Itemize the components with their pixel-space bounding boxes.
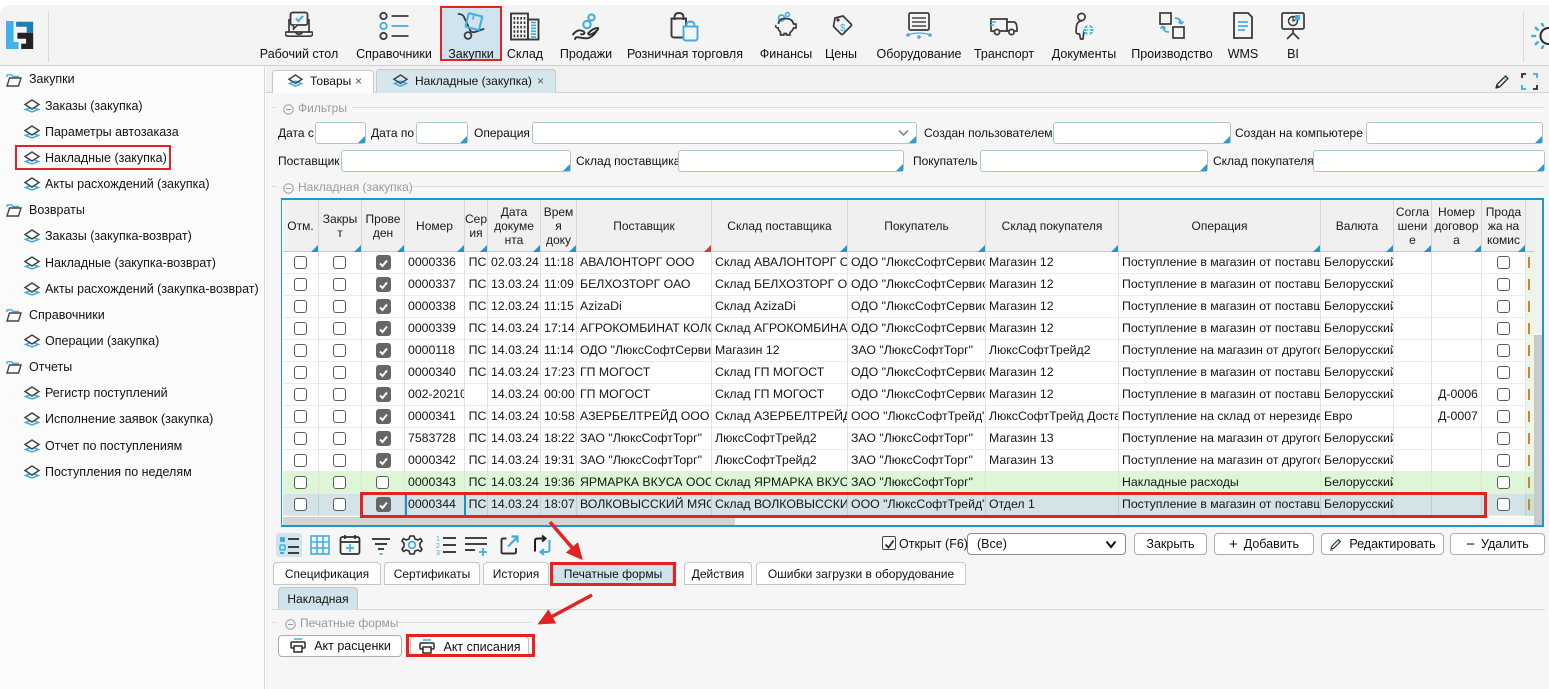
svg-text:1: 1: [436, 536, 440, 543]
svg-text:2: 2: [436, 543, 440, 550]
svg-text:3: 3: [436, 550, 440, 557]
